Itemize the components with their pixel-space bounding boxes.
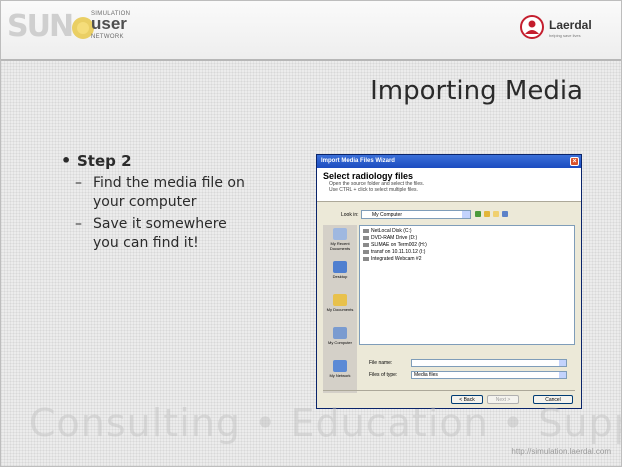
step-bullet: Step 2 xyxy=(57,151,267,171)
place-label: My Network xyxy=(329,373,351,378)
my-computer-icon xyxy=(333,327,347,339)
place-desktop[interactable]: Desktop xyxy=(323,261,357,289)
up-folder-icon[interactable] xyxy=(484,211,490,217)
slide: SUN SIMULATION user NETWORK Laerdal help… xyxy=(0,0,622,467)
look-in-select[interactable]: My Computer xyxy=(361,210,471,219)
files-of-type-label: Files of type: xyxy=(369,372,398,378)
place-label: My Computer xyxy=(327,340,352,345)
dash-marker: – xyxy=(75,175,82,191)
dialog-close-icon[interactable]: × xyxy=(570,157,579,166)
footer-url: http://simulation.laerdal.com xyxy=(511,447,611,456)
sun-logo-user: user xyxy=(91,14,127,33)
sun-user-network-logo: SUN SIMULATION user NETWORK xyxy=(7,9,157,45)
sub-bullet-text: Find the media file on your computer xyxy=(93,175,245,210)
network-drive-icon xyxy=(363,242,369,247)
network-drive-icon xyxy=(363,249,369,254)
place-label: My Recent Documents xyxy=(329,241,351,251)
drive-label: transf on 10.11.10.12 (I:) xyxy=(371,249,426,255)
laerdal-logo: Laerdal helping save lives xyxy=(519,12,609,42)
place-computer[interactable]: My Computer xyxy=(323,327,357,355)
drive-label: NetLocal Disk (C:) xyxy=(371,228,412,234)
view-menu-icon[interactable] xyxy=(502,211,508,217)
places-bar: My Recent Documents Desktop My Documents… xyxy=(323,225,357,393)
dialog-heading: Select radiology files xyxy=(323,171,414,181)
footer-watermark: Consulting • Education • Support xyxy=(29,401,622,445)
file-name-field[interactable] xyxy=(411,359,567,367)
dialog-title-bar: Import Media Files Wizard × xyxy=(317,155,581,168)
laerdal-name: Laerdal xyxy=(549,18,592,32)
look-in-label: Look in: xyxy=(341,212,359,218)
list-item[interactable]: transf on 10.11.10.12 (I:) xyxy=(363,249,571,256)
drive-label: Integrated Webcam #2 xyxy=(371,256,422,262)
dash-marker: – xyxy=(75,216,82,232)
place-label: Desktop xyxy=(332,274,348,279)
list-item[interactable]: SLIMAE on Term002 (H:) xyxy=(363,242,571,249)
place-recent[interactable]: My Recent Documents xyxy=(323,228,357,256)
dialog-separator xyxy=(323,390,575,391)
place-label: My Documents xyxy=(326,307,354,312)
file-list: NetLocal Disk (C:) DVD-RAM Drive (D:) SL… xyxy=(359,225,575,345)
place-network[interactable]: My Network xyxy=(323,360,357,388)
drive-label: SLIMAE on Term002 (H:) xyxy=(371,242,427,248)
list-item[interactable]: NetLocal Disk (C:) xyxy=(363,228,571,235)
chevron-down-icon[interactable] xyxy=(559,372,566,378)
files-of-type-select[interactable]: Media files xyxy=(411,371,567,379)
slide-title: Importing Media xyxy=(370,76,583,106)
back-folder-icon[interactable] xyxy=(475,211,481,217)
desktop-icon xyxy=(333,261,347,273)
my-documents-icon xyxy=(333,294,347,306)
my-network-icon xyxy=(333,360,347,372)
drive-icon xyxy=(363,228,369,233)
place-documents[interactable]: My Documents xyxy=(323,294,357,322)
laerdal-tagline: helping save lives xyxy=(549,33,581,38)
list-item[interactable]: Integrated Webcam #2 xyxy=(363,256,571,263)
drive-label: DVD-RAM Drive (D:) xyxy=(371,235,418,241)
chevron-down-icon[interactable] xyxy=(462,211,470,218)
dvd-drive-icon xyxy=(363,235,369,240)
sun-logo-network: NETWORK xyxy=(91,34,124,40)
dialog-instructions-2: Use CTRL + click to select multiple file… xyxy=(329,187,418,193)
sub-bullet: – Find the media file on your computer xyxy=(57,174,248,212)
sub-bullet-text: Save it somewhere you can find it! xyxy=(93,216,227,251)
import-media-dialog-screenshot: Import Media Files Wizard × Select radio… xyxy=(316,154,582,409)
slide-header: SUN SIMULATION user NETWORK Laerdal help… xyxy=(1,1,621,61)
look-in-row: Look in: My Computer xyxy=(323,210,573,220)
files-of-type-value: Media files xyxy=(414,372,438,378)
dialog-header: Select radiology files Open the source f… xyxy=(317,168,581,202)
bullet-list: Step 2 – Find the media file on your com… xyxy=(57,151,267,253)
dialog-window-title: Import Media Files Wizard xyxy=(321,158,395,164)
webcam-icon xyxy=(363,256,369,261)
recent-documents-icon xyxy=(333,228,347,240)
new-folder-icon[interactable] xyxy=(493,211,499,217)
list-item[interactable]: DVD-RAM Drive (D:) xyxy=(363,235,571,242)
chevron-down-icon[interactable] xyxy=(559,360,566,366)
look-in-value: My Computer xyxy=(372,212,403,218)
file-name-label: File name: xyxy=(369,360,393,366)
laerdal-emblem-icon xyxy=(520,15,544,39)
sub-bullet: – Save it somewhere you can find it! xyxy=(57,215,248,253)
